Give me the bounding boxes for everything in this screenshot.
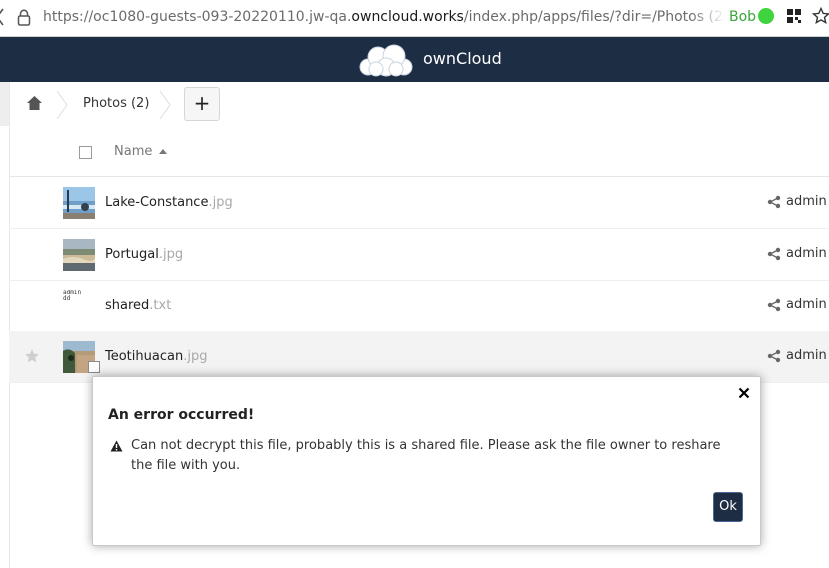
dialog-message: Can not decrypt this file, probably this…	[131, 438, 721, 473]
error-dialog: An error occurred! Can not decrypt this …	[92, 376, 761, 546]
brand-name: ownCloud	[423, 49, 502, 68]
back-arrow-icon[interactable]	[0, 7, 6, 27]
file-extension: .jpg	[158, 247, 184, 262]
file-basename: shared	[105, 298, 150, 313]
file-owner[interactable]: admin	[786, 297, 827, 313]
file-name[interactable]: Portugal.jpg	[105, 247, 183, 263]
ok-button[interactable]: Ok	[713, 492, 743, 522]
file-extension: .txt	[149, 298, 172, 313]
portugal-thumbnail[interactable]	[63, 239, 95, 271]
file-owner[interactable]: admin	[786, 194, 827, 210]
browser-toolbar: https://oc1080-guests-093-20220110.jw-qa…	[0, 0, 829, 37]
url-path: /index.php/apps/files/?dir=/Photos (2)&f…	[463, 9, 723, 25]
home-icon[interactable]	[26, 95, 43, 111]
text-preview: admin dd	[63, 290, 82, 302]
file-name[interactable]: Lake-Constance.jpg	[105, 195, 233, 211]
file-row[interactable]: admin dd shared.txt admin	[9, 280, 829, 332]
file-basename: Teotihuacan	[105, 349, 184, 364]
file-owner[interactable]: admin	[786, 348, 827, 364]
file-list-header: Name	[9, 126, 829, 177]
sidebar-edge-top	[0, 82, 9, 126]
file-basename: Lake-Constance	[105, 195, 209, 210]
file-owner[interactable]: admin	[786, 246, 827, 262]
breadcrumb: Photos (2) +	[9, 82, 829, 126]
lock-icon[interactable]	[17, 9, 31, 26]
row-select-checkbox[interactable]	[88, 361, 100, 373]
breadcrumb-separator-icon	[56, 90, 68, 120]
share-icon[interactable]	[767, 195, 781, 209]
sort-ascending-icon[interactable]	[159, 149, 167, 154]
share-icon[interactable]	[767, 349, 781, 363]
address-bar[interactable]: https://oc1080-guests-093-20220110.jw-qa…	[43, 8, 723, 26]
file-name[interactable]: Teotihuacan.jpg	[105, 349, 207, 365]
url-prefix: https://oc1080-guests-093-20220110.jw-qa…	[43, 9, 352, 25]
breadcrumb-folder[interactable]: Photos (2)	[83, 96, 149, 112]
favorite-star-icon[interactable]	[24, 348, 40, 364]
breadcrumb-separator-icon	[159, 90, 171, 120]
owncloud-logo-icon[interactable]	[356, 43, 416, 77]
select-all-checkbox[interactable]	[79, 146, 92, 159]
new-file-button[interactable]: +	[184, 87, 220, 121]
close-icon[interactable]	[737, 386, 751, 400]
profile-status-icon[interactable]	[758, 8, 774, 24]
url-host: owncloud.works	[351, 9, 464, 25]
text-file-thumbnail[interactable]: admin dd	[63, 290, 95, 322]
share-icon[interactable]	[767, 247, 781, 261]
file-extension: .jpg	[208, 195, 233, 210]
app-header: ownCloud	[0, 37, 829, 82]
file-row[interactable]: Portugal.jpg admin	[9, 229, 829, 281]
lake-constance-thumbnail[interactable]	[63, 187, 95, 219]
profile-name[interactable]: Bob	[729, 8, 756, 26]
file-basename: Portugal	[105, 247, 159, 262]
share-icon[interactable]	[767, 298, 781, 312]
name-column-header[interactable]: Name	[114, 144, 152, 160]
bookmark-star-icon[interactable]	[812, 7, 829, 25]
file-name[interactable]: shared.txt	[105, 298, 171, 314]
warning-icon	[110, 440, 123, 452]
file-row[interactable]: Lake-Constance.jpg admin	[9, 177, 829, 229]
extensions-icon[interactable]	[787, 9, 801, 23]
file-extension: .jpg	[183, 349, 208, 364]
url-fade	[690, 4, 726, 30]
dialog-title: An error occurred!	[108, 407, 255, 423]
